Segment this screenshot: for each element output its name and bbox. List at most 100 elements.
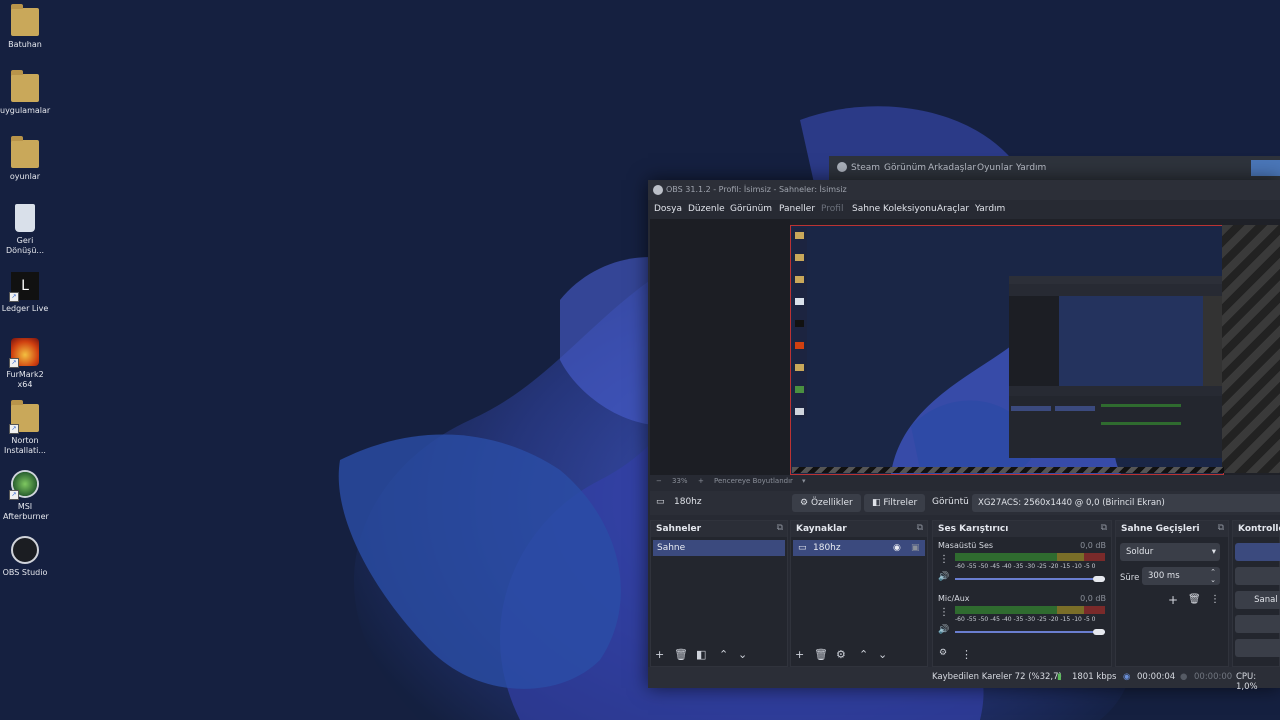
shortcut-arrow-icon: ↗ <box>9 424 19 434</box>
zoom-in-button[interactable]: + <box>698 477 704 485</box>
recycle-bin-icon <box>15 204 35 232</box>
duration-input[interactable]: 300 ms ⌃ ⌄ <box>1142 567 1220 585</box>
trash-icon[interactable]: 🗑 <box>1188 594 1201 605</box>
kebab-menu-icon[interactable]: ⋮ <box>939 607 949 618</box>
volume-slider-handle[interactable] <box>1093 629 1105 635</box>
float-dock-icon[interactable]: ⧉ <box>1101 523 1107 533</box>
move-up-icon[interactable]: ⌃ <box>719 648 728 661</box>
steam-menu-games[interactable]: Oyunlar <box>977 163 1013 173</box>
steam-menu-friends[interactable]: Arkadaşlar <box>928 163 976 173</box>
steam-menu-steam[interactable]: Steam <box>851 163 880 173</box>
kebab-menu-icon[interactable]: ⋮ <box>961 648 972 661</box>
duration-label: Süre <box>1120 573 1140 583</box>
desktop-icon-recycle-bin[interactable]: Geri Dönüşü... <box>0 198 50 256</box>
move-down-icon[interactable]: ⌄ <box>738 648 747 661</box>
menu-help[interactable]: Yardım <box>975 204 1005 214</box>
dropped-frames: Kaybedilen Kareler 72 (%32,7) <box>932 672 1062 682</box>
volume-slider[interactable] <box>955 631 1105 633</box>
menu-tools[interactable]: Araçlar <box>937 204 969 214</box>
zoom-fit-button[interactable]: Pencereye Boyutlandır <box>714 477 793 485</box>
filters-button[interactable]: ◧ Filtreler <box>864 494 926 512</box>
menu-edit[interactable]: Düzenle <box>688 204 725 214</box>
volume-slider[interactable] <box>955 578 1105 580</box>
desktop-icon-uygulamalar[interactable]: uygulamalar <box>0 68 50 116</box>
menu-docks[interactable]: Paneller <box>779 204 815 214</box>
eye-icon[interactable]: ◉ <box>893 540 901 556</box>
scenes-toolbar: + 🗑 ◧ ⌃ ⌄ <box>651 644 787 666</box>
monitor-icon: ▭ <box>656 497 665 507</box>
monitor-icon: ▭ <box>798 543 807 553</box>
shortcut-arrow-icon: ↗ <box>9 292 19 302</box>
settings-button[interactable] <box>1235 639 1280 657</box>
volume-slider-handle[interactable] <box>1093 576 1105 582</box>
desktop-icon-ledger-live[interactable]: L ↗ Ledger Live <box>0 266 50 314</box>
preview-area[interactable] <box>650 219 1280 475</box>
float-dock-icon[interactable]: ⧉ <box>777 523 783 533</box>
obs-title: OBS 31.1.2 - Profil: İsimsiz - Sahneler:… <box>666 185 847 194</box>
record-time: 00:00:00 <box>1194 672 1233 682</box>
steam-announce-button[interactable] <box>1251 160 1280 176</box>
chevron-down-icon[interactable]: ▾ <box>802 477 806 485</box>
desktop-icon-obs-studio[interactable]: OBS Studio <box>0 530 50 578</box>
trash-icon[interactable]: 🗑 <box>674 648 688 661</box>
add-transition-button[interactable]: + <box>1168 593 1178 607</box>
obs-menubar: Dosya Düzenle Görünüm Paneller Profil Sa… <box>648 200 1280 218</box>
spinner-icon[interactable]: ⌃ ⌄ <box>1210 568 1216 584</box>
cpu-usage: CPU: 1,0% <box>1236 672 1258 692</box>
float-dock-icon[interactable]: ⧉ <box>1218 523 1224 533</box>
display-select[interactable]: XG27ACS: 2560x1440 @ 0,0 (Birincil Ekran… <box>972 494 1280 512</box>
advanced-audio-icon[interactable]: ⚙ <box>939 648 947 658</box>
float-dock-icon[interactable]: ⧉ <box>917 523 923 533</box>
preview-screen-capture <box>791 226 1223 474</box>
desktop-icon-furmark[interactable]: ↗ FurMark2 x64 <box>0 332 50 390</box>
virtual-camera-button[interactable]: Sanal Ka <box>1235 591 1280 609</box>
preview-bottom-stripes <box>792 467 1224 473</box>
move-down-icon[interactable]: ⌄ <box>878 648 887 661</box>
scene-filters-icon[interactable]: ◧ <box>696 648 706 661</box>
preview-out-of-bounds-stripes <box>1222 225 1280 473</box>
controls-dock-header: Kontroller <box>1233 521 1280 537</box>
desktop-icon-batuhan[interactable]: Batuhan <box>0 2 50 50</box>
desktop-icon-oyunlar[interactable]: oyunlar <box>0 134 50 182</box>
lock-icon[interactable]: ▣ <box>911 540 920 556</box>
kebab-menu-icon[interactable]: ⋮ <box>939 554 949 565</box>
add-source-button[interactable]: + <box>795 648 804 661</box>
meter-ticks: -60 -55 -50 -45 -40 -35 -30 -25 -20 -15 … <box>955 616 1096 623</box>
shortcut-arrow-icon: ↗ <box>9 490 19 500</box>
studio-mode-button[interactable]: St <box>1235 615 1280 633</box>
filter-icon: ◧ <box>872 498 881 508</box>
menu-view[interactable]: Görünüm <box>730 204 772 214</box>
kebab-menu-icon[interactable]: ⋮ <box>1210 594 1220 605</box>
mixer-dock-header: Ses Karıştırıcı ⧉ <box>933 521 1111 537</box>
stream-icon: ◉ <box>1123 672 1131 682</box>
folder-icon <box>11 136 39 168</box>
source-item[interactable]: ▭ 180hz ◉ ▣ <box>793 540 925 556</box>
properties-button[interactable]: ⚙ Özellikler <box>792 494 861 512</box>
add-scene-button[interactable]: + <box>655 648 664 661</box>
steam-menu-view[interactable]: Görünüm <box>884 163 926 173</box>
menu-file[interactable]: Dosya <box>654 204 682 214</box>
shortcut-arrow-icon: ↗ <box>9 358 19 368</box>
zoom-out-button[interactable]: − <box>656 477 662 485</box>
transition-select[interactable]: Soldur ▾ <box>1120 543 1220 561</box>
gear-icon[interactable]: ⚙ <box>836 648 846 661</box>
trash-icon[interactable]: 🗑 <box>814 648 828 661</box>
menu-scene-collection[interactable]: Sahne Koleksiyonu <box>852 204 937 214</box>
mixer-toolbar: ⚙ ⋮ <box>933 644 1111 666</box>
speaker-icon[interactable]: 🔊 <box>938 625 949 635</box>
channel-level: 0,0 dB <box>1080 594 1106 603</box>
obs-logo-icon <box>653 185 663 195</box>
move-up-icon[interactable]: ⌃ <box>859 648 868 661</box>
steam-menu-help[interactable]: Yardım <box>1016 163 1046 173</box>
preview-canvas[interactable] <box>790 225 1224 475</box>
meter-ticks: -60 -55 -50 -45 -40 -35 -30 -25 -20 -15 … <box>955 563 1096 570</box>
desktop-icon-msi-afterburner[interactable]: ↗ MSI Afterburner <box>0 464 50 522</box>
speaker-icon[interactable]: 🔊 <box>938 572 949 582</box>
steam-window: Steam Görünüm Arkadaşlar Oyunlar Yardım <box>829 156 1280 180</box>
desktop-icon-norton[interactable]: ↗ Norton Installati... <box>0 398 50 456</box>
scene-item[interactable]: Sahne <box>653 540 785 556</box>
menu-profile[interactable]: Profil <box>821 204 843 214</box>
start-streaming-button[interactable]: Ya <box>1235 543 1280 561</box>
signal-icon: ▮ <box>1057 672 1062 682</box>
start-recording-button[interactable]: K <box>1235 567 1280 585</box>
